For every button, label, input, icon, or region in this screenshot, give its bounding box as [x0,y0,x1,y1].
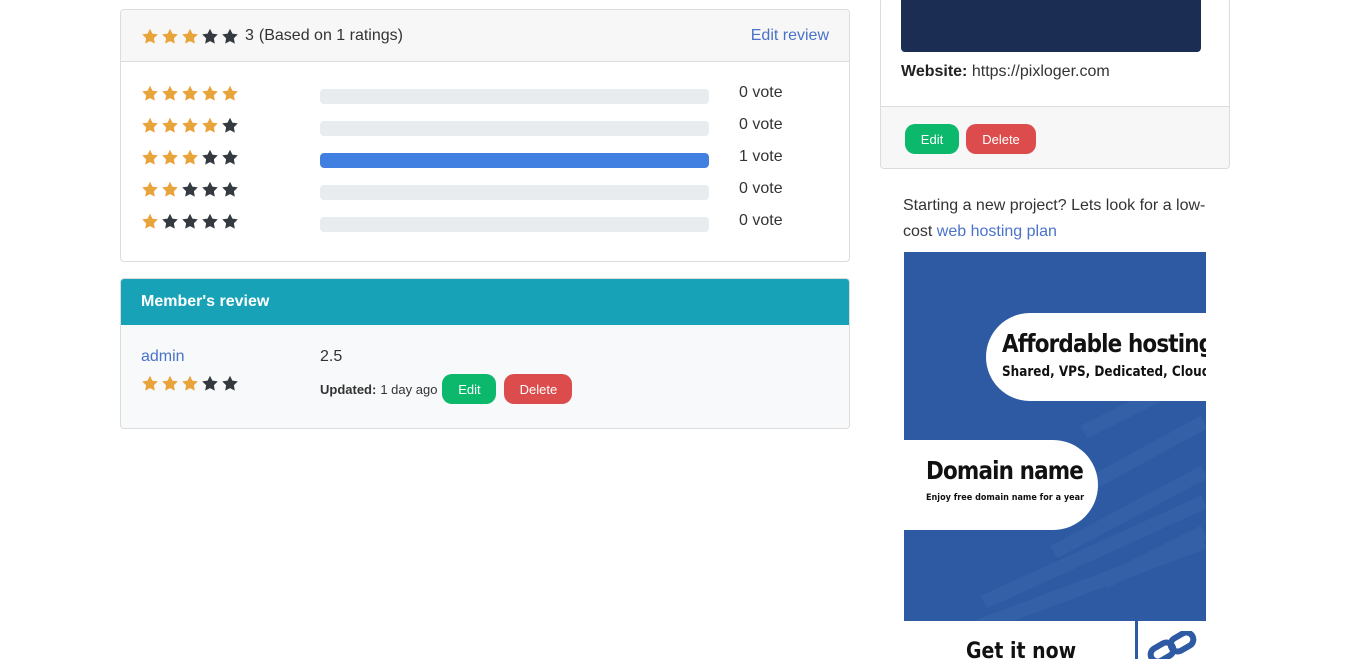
listing-actions: Edit Delete [881,106,1229,168]
rating-bar [320,184,709,200]
star-empty-icon [221,180,241,198]
star-empty-icon [201,180,221,198]
row-stars [141,212,320,230]
rating-row-5: 0 vote [141,83,831,104]
updated-value: 1 day ago [380,381,438,397]
star-filled-icon [141,27,161,45]
review-meta: Updated: 1 day ago Edit Delete [320,374,573,404]
star-filled-icon [221,84,241,102]
star-filled-icon [181,116,201,134]
star-filled-icon [141,116,161,134]
chain-link-icon [1147,631,1197,659]
star-empty-icon [221,27,241,45]
member-review-title: Member's review [121,279,849,325]
star-filled-icon [181,27,201,45]
row-stars [141,116,320,134]
member-review-card: Member's review admin 2.5 Updated: 1 day… [120,278,850,429]
rating-summary: 3 (Based on 1 ratings) [141,27,403,45]
star-filled-icon [161,374,181,392]
listing-card: Website: https://pixloger.com Edit Delet… [880,0,1230,169]
row-stars [141,84,320,102]
edit-listing-button[interactable]: Edit [905,124,959,154]
star-empty-icon [161,212,181,230]
star-empty-icon [221,116,241,134]
star-filled-icon [141,180,161,198]
row-stars [141,180,320,198]
star-filled-icon [201,116,221,134]
review-score: 2.5 [320,348,343,365]
star-filled-icon [201,84,221,102]
ad-sub-domain: Enjoy free domain name for a year [926,493,1085,503]
star-empty-icon [181,180,201,198]
website-info: Website: https://pixloger.com [901,63,1110,81]
average-stars [141,27,241,45]
star-filled-icon [181,148,201,166]
ad-divider [1135,621,1138,659]
star-empty-icon [201,148,221,166]
ad-cta-text: Get it now [966,639,1077,659]
vote-count: 0 vote [739,212,783,229]
star-empty-icon [221,212,241,230]
star-empty-icon [221,374,241,392]
reviewer-name-link[interactable]: admin [141,348,185,366]
ad-hosting-pill: Affordable hosting Shared, VPS, Dedicate… [986,313,1206,401]
web-hosting-link[interactable]: web hosting plan [937,223,1057,240]
rating-bar [320,88,709,104]
star-empty-icon [221,148,241,166]
rating-bar [320,152,709,168]
star-empty-icon [181,212,201,230]
website-value: https://pixloger.com [971,63,1110,80]
rating-row-4: 0 vote [141,115,831,136]
star-filled-icon [141,148,161,166]
website-label: Website: [901,63,968,80]
ad-cta-strip: Get it now [904,621,1206,659]
ratings-header: 3 (Based on 1 ratings) Edit review [121,10,849,62]
ad-sub-hosting: Shared, VPS, Dedicated, Cloud [1002,364,1206,380]
rating-row-1: 0 vote [141,211,831,232]
star-filled-icon [161,84,181,102]
star-empty-icon [201,212,221,230]
delete-listing-button[interactable]: Delete [966,124,1036,154]
rating-row-3: 1 vote [141,147,831,168]
vote-count: 1 vote [739,148,783,165]
rating-bar-fill [320,152,709,168]
edit-review-link[interactable]: Edit review [751,27,829,45]
updated-label: Updated: [320,381,377,397]
edit-review-button[interactable]: Edit [442,374,497,404]
star-filled-icon [181,84,201,102]
ratings-count: (Based on 1 ratings) [258,26,403,44]
rating-bar [320,120,709,136]
rating-row-2: 0 vote [141,179,831,200]
star-empty-icon [201,374,221,392]
listing-image [901,0,1201,52]
ad-headline-hosting: Affordable hosting [1002,329,1206,358]
delete-review-button[interactable]: Delete [504,374,573,404]
star-empty-icon [201,27,221,45]
star-filled-icon [141,212,161,230]
row-stars [141,148,320,166]
rating-bar [320,216,709,232]
vote-count: 0 vote [739,180,783,197]
promo-text: Starting a new project? Lets look for a … [903,193,1223,245]
star-filled-icon [161,180,181,198]
vote-count: 0 vote [739,116,783,133]
ad-domain-pill: Domain name Enjoy free domain name for a… [904,440,1098,530]
ratings-card: 3 (Based on 1 ratings) Edit review 0 vot… [120,9,850,262]
star-filled-icon [141,84,161,102]
average-rating: 3 [245,26,254,44]
hosting-ad-banner[interactable]: Affordable hosting Shared, VPS, Dedicate… [904,252,1206,659]
vote-count: 0 vote [739,84,783,101]
star-filled-icon [161,27,181,45]
ad-headline-domain: Domain name [926,456,1084,485]
star-filled-icon [161,116,181,134]
reviewer-stars [141,374,241,392]
star-filled-icon [181,374,201,392]
star-filled-icon [161,148,181,166]
star-filled-icon [141,374,161,392]
